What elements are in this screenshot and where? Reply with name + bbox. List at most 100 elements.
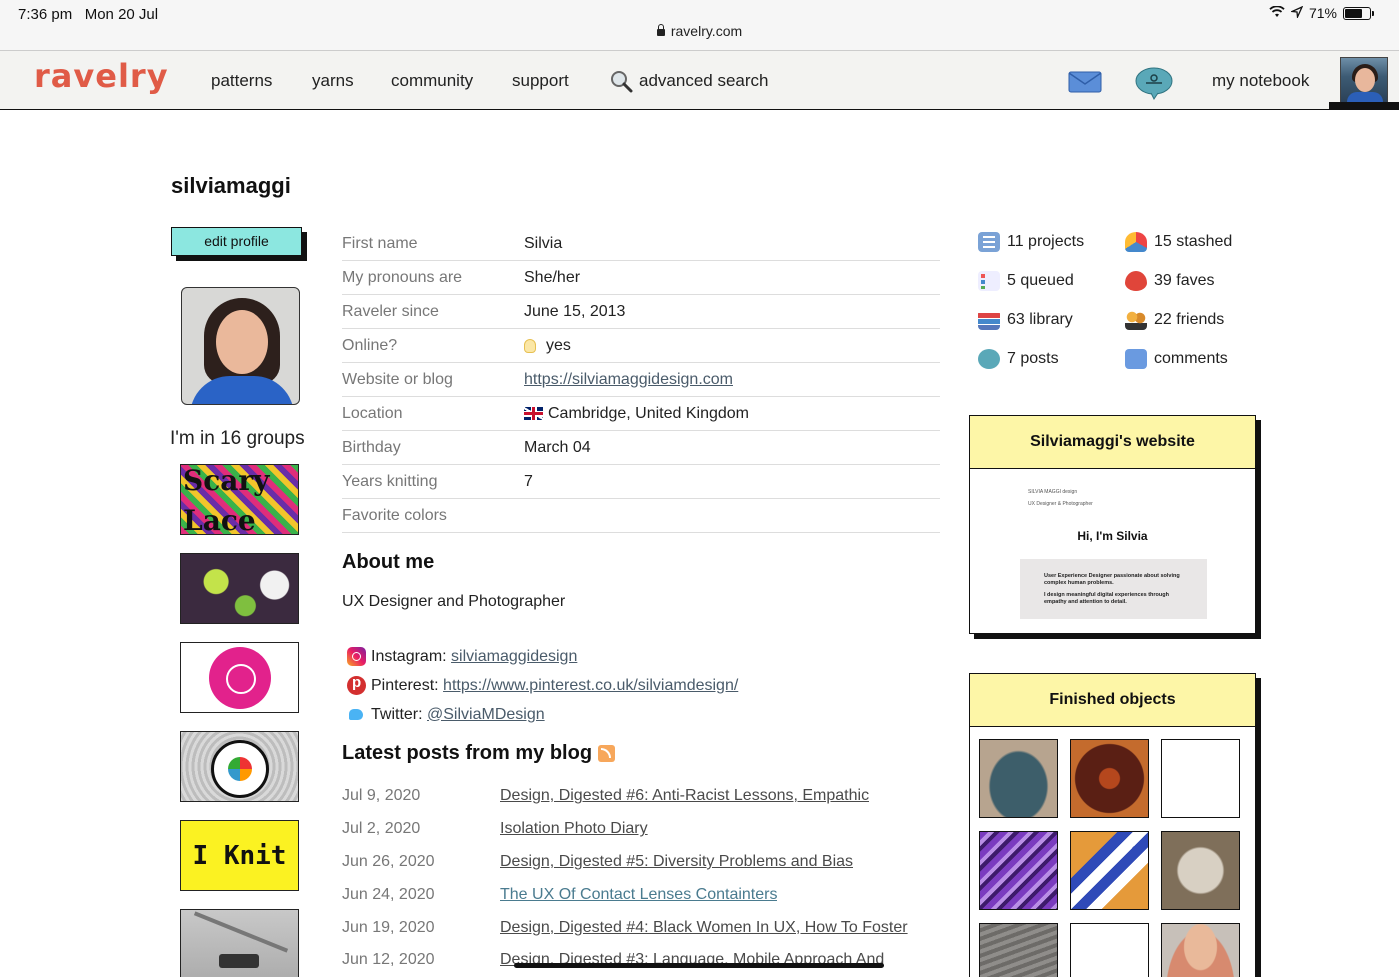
stat-friends[interactable]: 22 friends [1125, 310, 1224, 330]
group-thumbnail[interactable] [180, 553, 299, 624]
home-indicator [514, 963, 884, 968]
website-preview-box: User Experience Designer passionate abou… [1020, 559, 1207, 619]
forums-chat-icon[interactable] [1135, 66, 1173, 100]
nav-patterns[interactable]: patterns [211, 71, 272, 91]
queue-icon [978, 271, 1000, 291]
website-link[interactable]: https://silviamaggidesign.com [524, 371, 733, 389]
detail-row: Raveler since June 15, 2013 [342, 295, 940, 329]
detail-row: Favorite colors [342, 499, 940, 533]
wifi-icon [1269, 5, 1285, 21]
detail-row: Location Cambridge, United Kingdom [342, 397, 940, 431]
finished-objects-grid [970, 727, 1255, 977]
stat-comments[interactable]: comments [1125, 349, 1228, 369]
social-instagram: Instagram: silviamaggidesign [347, 647, 577, 666]
finished-object-thumbnail[interactable] [1070, 831, 1149, 910]
stat-stashed[interactable]: 15 stashed [1125, 232, 1232, 252]
website-preview[interactable]: SILVIA MAGGI design UX Designer & Photogr… [970, 469, 1255, 633]
group-i-knit[interactable]: I Knit [180, 820, 299, 891]
detail-row: Birthday March 04 [342, 431, 940, 465]
stat-faves[interactable]: 39 faves [1125, 271, 1214, 291]
detail-row: Website or blog https://silviamaggidesign… [342, 363, 940, 397]
search-icon[interactable] [609, 69, 633, 93]
pinterest-icon [347, 674, 366, 695]
uk-flag-icon [524, 407, 543, 420]
groups-title: I'm in 16 groups [170, 428, 305, 449]
profile-photo [181, 287, 300, 405]
group-scary-lace[interactable]: Scary Lace [180, 464, 299, 535]
nav-community[interactable]: community [391, 71, 473, 91]
lock-icon [656, 24, 665, 36]
stat-queued[interactable]: 5 queued [978, 271, 1074, 291]
pinterest-link[interactable]: https://www.pinterest.co.uk/silviamdesig… [443, 677, 738, 695]
finished-object-thumbnail[interactable] [1161, 923, 1240, 977]
stat-library[interactable]: 63 library [978, 310, 1073, 330]
social-twitter: Twitter: @SilviaMDesign [347, 705, 545, 724]
blog-post-link[interactable]: Design, Digested #6: Anti-Racist Lessons… [500, 787, 869, 805]
finished-object-thumbnail[interactable] [1070, 739, 1149, 818]
user-avatar[interactable] [1340, 57, 1388, 105]
finished-objects-title: Finished objects [970, 674, 1255, 727]
profile-username: silviamaggi [171, 173, 291, 198]
detail-row: My pronouns are She/her [342, 261, 940, 295]
website-card[interactable]: Silviamaggi's website SILVIA MAGGI desig… [969, 415, 1256, 634]
address-bar[interactable]: ravelry.com [0, 23, 1399, 39]
website-card-title: Silviamaggi's website [970, 416, 1255, 469]
edit-profile-button[interactable]: edit profile [171, 227, 302, 256]
avatar-underline [1329, 102, 1399, 109]
about-text: UX Designer and Photographer [342, 593, 566, 610]
blog-heading: Latest posts from my blog [342, 742, 616, 765]
heart-icon [1125, 271, 1147, 291]
battery-percent: 71% [1308, 5, 1337, 21]
blog-post: Jun 26, 2020 Design, Digested #5: Diversi… [342, 852, 854, 871]
twitter-link[interactable]: @SilviaMDesign [427, 706, 545, 724]
instagram-icon [347, 647, 366, 666]
battery-icon [1343, 6, 1374, 20]
blog-post-link[interactable]: Design, Digested #5: Diversity Problems … [500, 853, 853, 871]
nav-yarns[interactable]: yarns [312, 71, 354, 91]
nav-bar: ravelry patterns yarns community support… [0, 50, 1399, 110]
instagram-link[interactable]: silviamaggidesign [451, 648, 577, 666]
detail-row: Years knitting 7 [342, 465, 940, 499]
blog-post: Jul 2, 2020 Isolation Photo Diary [342, 820, 648, 838]
blog-post: Jun 19, 2020 Design, Digested #4: Black W… [342, 918, 908, 937]
status-indicators: 71% [1269, 5, 1374, 21]
group-thumbnail[interactable] [180, 909, 299, 977]
about-heading: About me [342, 551, 435, 573]
group-thumbnail[interactable] [180, 642, 299, 713]
website-preview-heading: Hi, I'm Silvia [1077, 529, 1148, 543]
group-thumbnail[interactable] [180, 731, 299, 802]
status-bar: 7:36 pm Mon 20 Jul ravelry.com 71% [0, 0, 1399, 50]
finished-object-thumbnail[interactable] [979, 923, 1058, 977]
detail-row: First name Silvia [342, 227, 940, 261]
blog-post: Jul 9, 2020 Design, Digested #6: Anti-Rac… [342, 787, 870, 805]
finished-object-thumbnail[interactable] [1161, 831, 1240, 910]
finished-object-thumbnail[interactable] [1161, 739, 1240, 818]
rss-icon[interactable] [598, 745, 616, 762]
friends-icon [1125, 310, 1147, 330]
library-icon [978, 310, 1000, 330]
mail-icon[interactable] [1068, 70, 1102, 94]
stat-posts[interactable]: 7 posts [978, 349, 1059, 369]
finished-object-thumbnail[interactable] [979, 831, 1058, 910]
blog-post-link[interactable]: Isolation Photo Diary [500, 820, 648, 838]
blog-posts-list: Jul 9, 2020 Design, Digested #6: Anti-Rac… [342, 780, 942, 977]
blog-post: Jun 12, 2020 Design, Digested #3: Languag… [342, 951, 885, 969]
blog-post-link[interactable]: The UX Of Contact Lenses Containters [500, 886, 777, 904]
nav-support[interactable]: support [512, 71, 569, 91]
detail-row: Online? yes [342, 329, 940, 363]
status-time: 7:36 pm Mon 20 Jul [18, 6, 159, 23]
finished-object-thumbnail[interactable] [979, 739, 1058, 818]
ravelry-logo[interactable]: ravelry [34, 57, 169, 95]
nav-advanced-search[interactable]: advanced search [639, 71, 768, 91]
nav-my-notebook[interactable]: my notebook [1212, 71, 1309, 91]
finished-objects-card: Finished objects [969, 673, 1256, 977]
location-icon [1289, 5, 1304, 21]
stash-icon [1125, 232, 1147, 252]
blog-post-link[interactable]: Design, Digested #4: Black Women In UX, … [500, 919, 908, 937]
posts-icon [978, 349, 1000, 369]
lightbulb-icon [524, 338, 536, 353]
comments-icon [1125, 349, 1147, 369]
social-pinterest: Pinterest: https://www.pinterest.co.uk/s… [347, 674, 738, 695]
stat-projects[interactable]: 11 projects [978, 232, 1084, 252]
finished-object-thumbnail[interactable] [1070, 923, 1149, 977]
